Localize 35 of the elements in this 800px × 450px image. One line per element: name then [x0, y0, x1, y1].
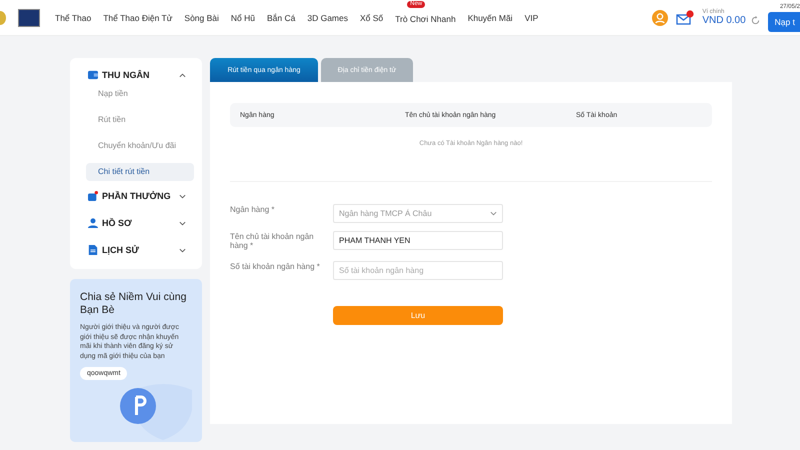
field-label: Tên chủ tài khoản ngân hàng * [230, 231, 315, 250]
menu-item[interactable]: Rút tiền [86, 111, 194, 129]
menu-item[interactable]: Chuyển khoản/Ưu đãi [86, 137, 194, 155]
nav-link[interactable]: Khuyến Mãi [468, 12, 513, 22]
nav-link[interactable]: Sòng Bài [184, 12, 219, 22]
nav-link[interactable]: Thể Thao Điện Tử [103, 12, 172, 22]
referral-title: Chia sẻ Niềm Vui cùng Bạn Bè [80, 291, 188, 317]
nav-link[interactable]: Trò Chơi Nhanh [395, 14, 456, 24]
deposit-button[interactable]: Nạp t [768, 12, 800, 32]
logo-icon[interactable] [18, 8, 40, 26]
person-icon [88, 218, 98, 228]
menu-item[interactable]: Nạp tiền [86, 85, 194, 103]
refresh-icon[interactable] [750, 16, 760, 25]
nav-link[interactable]: Nổ Hũ [230, 12, 255, 22]
nav-link[interactable]: Bắn Cá [267, 12, 296, 22]
menu-item[interactable]: Chi tiết rút tiền [86, 163, 194, 181]
menu-section[interactable]: THU NGÂN [88, 68, 194, 82]
nav-link[interactable]: Thể Thao [55, 12, 92, 22]
nav-link[interactable]: Xổ Số [360, 12, 384, 22]
menu-section[interactable]: LỊCH SỬ [88, 243, 194, 257]
user-icon[interactable] [652, 10, 668, 26]
caret-icon [490, 211, 497, 216]
input-field[interactable]: Số tài khoản ngân hàng [333, 261, 503, 280]
input-field[interactable]: PHAM THANH YEN [333, 231, 503, 250]
mail-icon[interactable] [676, 10, 694, 26]
menu-section[interactable]: HỒ SƠ [88, 216, 194, 230]
menu-section[interactable]: PHẦN THƯỞNG [88, 189, 194, 203]
nav-link[interactable]: VIP [524, 12, 538, 22]
field-label: Số tài khoản ngân hàng * [230, 261, 321, 271]
nav-link[interactable]: 3D Games [307, 12, 348, 22]
wallet-icon [88, 70, 98, 80]
field-label: Ngân hàng * [230, 204, 276, 214]
gift-icon [88, 191, 98, 201]
balance-text: VND 0.00 [702, 15, 746, 26]
document-icon [88, 245, 98, 255]
